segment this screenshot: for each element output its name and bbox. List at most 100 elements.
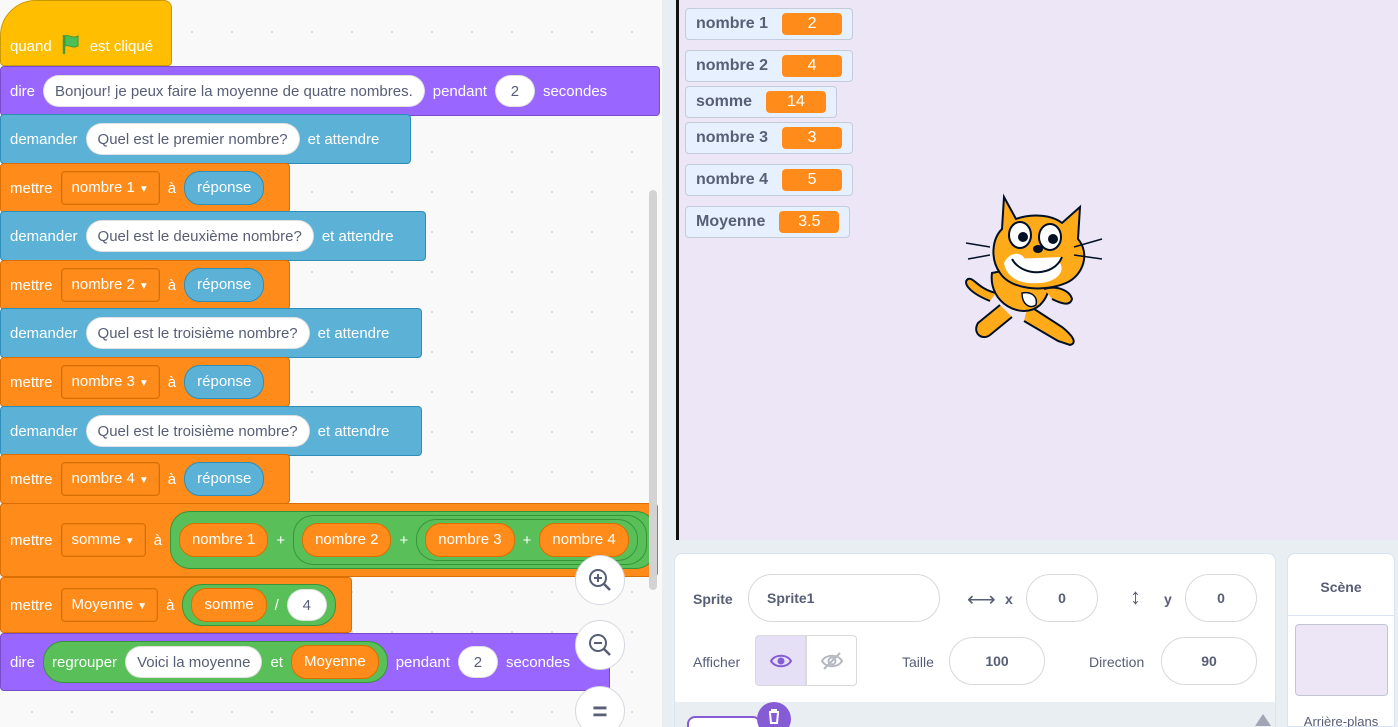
y-position-field[interactable]: 0 — [1185, 574, 1257, 622]
join-text-input[interactable]: Voici la moyenne — [125, 646, 263, 678]
say-verb: dire — [10, 82, 36, 100]
sprite-name-field[interactable]: Sprite1 — [748, 574, 940, 622]
direction-field[interactable]: 90 — [1161, 637, 1257, 685]
variable-monitor: somme 14 — [685, 86, 838, 118]
y-label: y — [1164, 591, 1172, 607]
set-verb: mettre — [10, 276, 53, 294]
set-sum-block[interactable]: mettre somme ▼ à nombre 1 + nombre 2 + no… — [0, 503, 658, 577]
ask-question-input[interactable]: Quel est le troisième nombre? — [85, 415, 310, 447]
hide-sprite-button[interactable] — [806, 635, 857, 686]
stage-thumbnail[interactable] — [1295, 624, 1388, 696]
say-for-label: pendant — [432, 82, 487, 100]
set-to-label: à — [167, 470, 177, 488]
set-var-block-2[interactable]: mettre nombre 2 ▼ à réponse — [0, 260, 290, 310]
monitor-name: Moyenne — [696, 213, 766, 230]
zoom-out-button[interactable] — [575, 620, 625, 670]
variable-reporter[interactable]: nombre 2 — [302, 523, 392, 557]
set-var-block-1[interactable]: mettre nombre 1 ▼ à réponse — [0, 163, 290, 213]
zoom-out-icon — [589, 634, 611, 656]
sprite-label: Sprite — [693, 591, 733, 607]
horizontal-arrows-icon: ⟷ — [967, 589, 996, 611]
join-operator-block[interactable]: regrouper Voici la moyenne et Moyenne — [43, 641, 388, 683]
x-position-field[interactable]: 0 — [1026, 574, 1098, 622]
cat-sprite[interactable] — [962, 193, 1110, 349]
variable-dropdown[interactable]: somme ▼ — [60, 523, 146, 557]
variable-name: nombre 2 — [71, 276, 135, 293]
stage[interactable]: nombre 1 2 nombre 2 4 somme 14 nombre 3 … — [676, 0, 1398, 540]
divisor-input[interactable]: 4 — [286, 589, 327, 621]
say-join-block[interactable]: dire regrouper Voici la moyenne et Moyen… — [0, 633, 610, 691]
green-flag-icon — [62, 35, 79, 54]
vertical-scrollbar[interactable] — [649, 190, 657, 590]
variable-dropdown[interactable]: Moyenne ▼ — [60, 588, 159, 622]
variable-name: somme — [71, 531, 121, 548]
ask-block-3[interactable]: demander Quel est le troisième nombre? e… — [0, 308, 422, 358]
plus-sign: + — [522, 531, 532, 549]
variable-reporter[interactable]: nombre 1 — [178, 523, 269, 557]
ask-tail: et attendre — [317, 422, 390, 440]
scroll-up-icon[interactable] — [1255, 714, 1271, 726]
ask-verb: demander — [10, 227, 78, 245]
ask-question-input[interactable]: Quel est le troisième nombre? — [85, 317, 310, 349]
variable-dropdown[interactable]: nombre 4 ▼ — [60, 462, 160, 496]
ask-verb: demander — [10, 324, 78, 342]
hat-label-before: quand — [10, 38, 52, 55]
divide-sign: / — [274, 596, 279, 614]
stage-selector[interactable]: Scène Arrière-plans — [1287, 553, 1395, 727]
monitor-name: nombre 1 — [696, 15, 769, 32]
code-area[interactable]: quand est cliqué dire Bonjour! je peux f… — [0, 0, 662, 727]
set-var-block-3[interactable]: mettre nombre 3 ▼ à réponse — [0, 357, 290, 407]
answer-reporter[interactable]: réponse — [184, 268, 265, 302]
answer-reporter[interactable]: réponse — [184, 171, 265, 205]
say-secs-input[interactable]: 2 — [457, 646, 498, 678]
variable-reporter[interactable]: somme — [191, 588, 267, 622]
ask-block-1[interactable]: demander Quel est le premier nombre? et … — [0, 114, 411, 164]
delete-sprite-button[interactable] — [757, 702, 791, 727]
monitor-value: 5 — [782, 169, 843, 191]
sprite-tile[interactable] — [687, 716, 761, 727]
eye-icon — [769, 654, 792, 667]
plus-sign: + — [276, 531, 286, 549]
set-to-label: à — [166, 596, 175, 614]
say-secs-input[interactable]: 2 — [494, 75, 535, 107]
variable-dropdown[interactable]: nombre 2 ▼ — [60, 268, 160, 302]
size-label: Taille — [902, 654, 934, 670]
variable-dropdown[interactable]: nombre 1 ▼ — [60, 171, 160, 205]
variable-monitor: nombre 3 3 — [685, 122, 854, 154]
ask-block-2[interactable]: demander Quel est le deuxième nombre? et… — [0, 211, 426, 261]
set-var-block-4[interactable]: mettre nombre 4 ▼ à réponse — [0, 454, 290, 504]
monitor-value: 4 — [782, 55, 843, 77]
variable-reporter[interactable]: nombre 4 — [539, 523, 629, 557]
say-message-input[interactable]: Bonjour! je peux faire la moyenne de qua… — [43, 75, 425, 107]
answer-reporter[interactable]: réponse — [184, 462, 265, 496]
show-sprite-button[interactable] — [755, 635, 806, 686]
ask-tail: et attendre — [317, 324, 390, 342]
set-average-block[interactable]: mettre Moyenne ▼ à somme / 4 — [0, 577, 352, 633]
monitor-value: 14 — [766, 91, 827, 113]
variable-monitor: nombre 4 5 — [685, 164, 854, 196]
ask-question-input[interactable]: Quel est le premier nombre? — [85, 123, 300, 155]
answer-reporter[interactable]: réponse — [184, 365, 265, 399]
size-field[interactable]: 100 — [949, 637, 1045, 685]
monitor-name: somme — [696, 93, 753, 110]
variable-name: nombre 1 — [71, 179, 135, 196]
chevron-down-icon: ▼ — [124, 536, 135, 547]
ask-verb: demander — [10, 422, 78, 440]
chevron-down-icon: ▼ — [138, 378, 149, 389]
variable-dropdown[interactable]: nombre 3 ▼ — [60, 365, 160, 399]
ask-question-input[interactable]: Quel est le deuxième nombre? — [85, 220, 314, 252]
say-for-secs-block[interactable]: dire Bonjour! je peux faire la moyenne d… — [0, 66, 660, 116]
when-flag-clicked-block[interactable]: quand est cliqué — [0, 0, 172, 66]
zoom-reset-button[interactable]: = — [575, 686, 625, 727]
chevron-down-icon: ▼ — [137, 601, 148, 612]
zoom-in-button[interactable] — [575, 555, 625, 605]
ask-block-4[interactable]: demander Quel est le troisième nombre? e… — [0, 406, 422, 456]
backdrops-label: Arrière-plans — [1303, 714, 1379, 727]
variable-reporter[interactable]: Moyenne — [290, 645, 379, 679]
zoom-in-icon — [589, 569, 611, 591]
divide-operator-block[interactable]: somme / 4 — [182, 584, 336, 626]
monitor-name: nombre 2 — [696, 57, 769, 74]
variable-name: nombre 4 — [71, 470, 135, 487]
chevron-down-icon: ▼ — [138, 475, 149, 486]
variable-reporter[interactable]: nombre 3 — [425, 523, 515, 557]
